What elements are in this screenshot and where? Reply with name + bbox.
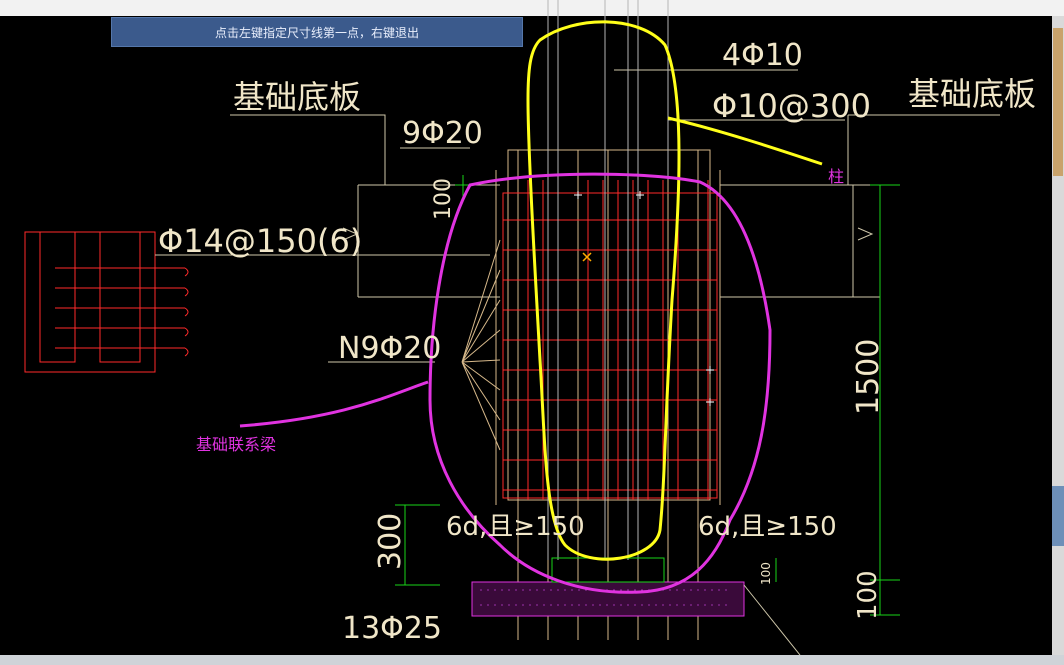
bottom-status-strip	[0, 655, 1064, 665]
dim-100-small: 100	[759, 562, 773, 585]
panel-widget[interactable]	[1052, 486, 1064, 546]
label-side-bars: N9Φ20	[338, 331, 441, 366]
cursor-cross	[582, 252, 592, 262]
annot-foundation-tie-beam: 基础联系梁	[196, 435, 276, 454]
leader-fan	[461, 239, 501, 451]
dim-100-top: 100	[431, 178, 456, 220]
rebar-grid	[502, 180, 718, 500]
label-base-slab-left: 基础底板	[233, 78, 361, 116]
annotation-texts: 基础底板 基础底板 4Φ10 Φ10@300 9Φ20 Φ14@150(6) N…	[158, 38, 1036, 646]
label-beam-stirrup: Φ14@150(6)	[158, 222, 362, 260]
label-top-bars: 9Φ20	[402, 116, 483, 151]
cad-drawing[interactable]: 基础底板 基础底板 4Φ10 Φ10@300 9Φ20 Φ14@150(6) N…	[0, 0, 1052, 655]
panel-thumbnail[interactable]	[1053, 28, 1063, 176]
label-bottom-bars: 13Φ25	[342, 611, 442, 646]
label-column-rebar: 4Φ10	[722, 38, 803, 73]
label-anchor-right: 6d,且≥150	[698, 512, 837, 542]
command-prompt: 点击左键指定尺寸线第一点，右键退出	[111, 17, 523, 47]
magenta-leader	[239, 380, 429, 428]
annot-column: 柱	[828, 167, 844, 186]
label-anchor-left: 6d,且≥150	[446, 512, 585, 542]
label-base-slab-right: 基础底板	[908, 75, 1036, 113]
dim-1500: 1500	[851, 339, 886, 415]
markers	[574, 191, 714, 406]
dim-300: 300	[373, 513, 408, 570]
dim-100-bottom: 100	[853, 570, 883, 620]
base-pad	[471, 557, 801, 655]
right-side-panel	[1052, 16, 1064, 665]
label-column-stirrup: Φ10@300	[712, 87, 871, 125]
yellow-highlight	[526, 20, 681, 561]
